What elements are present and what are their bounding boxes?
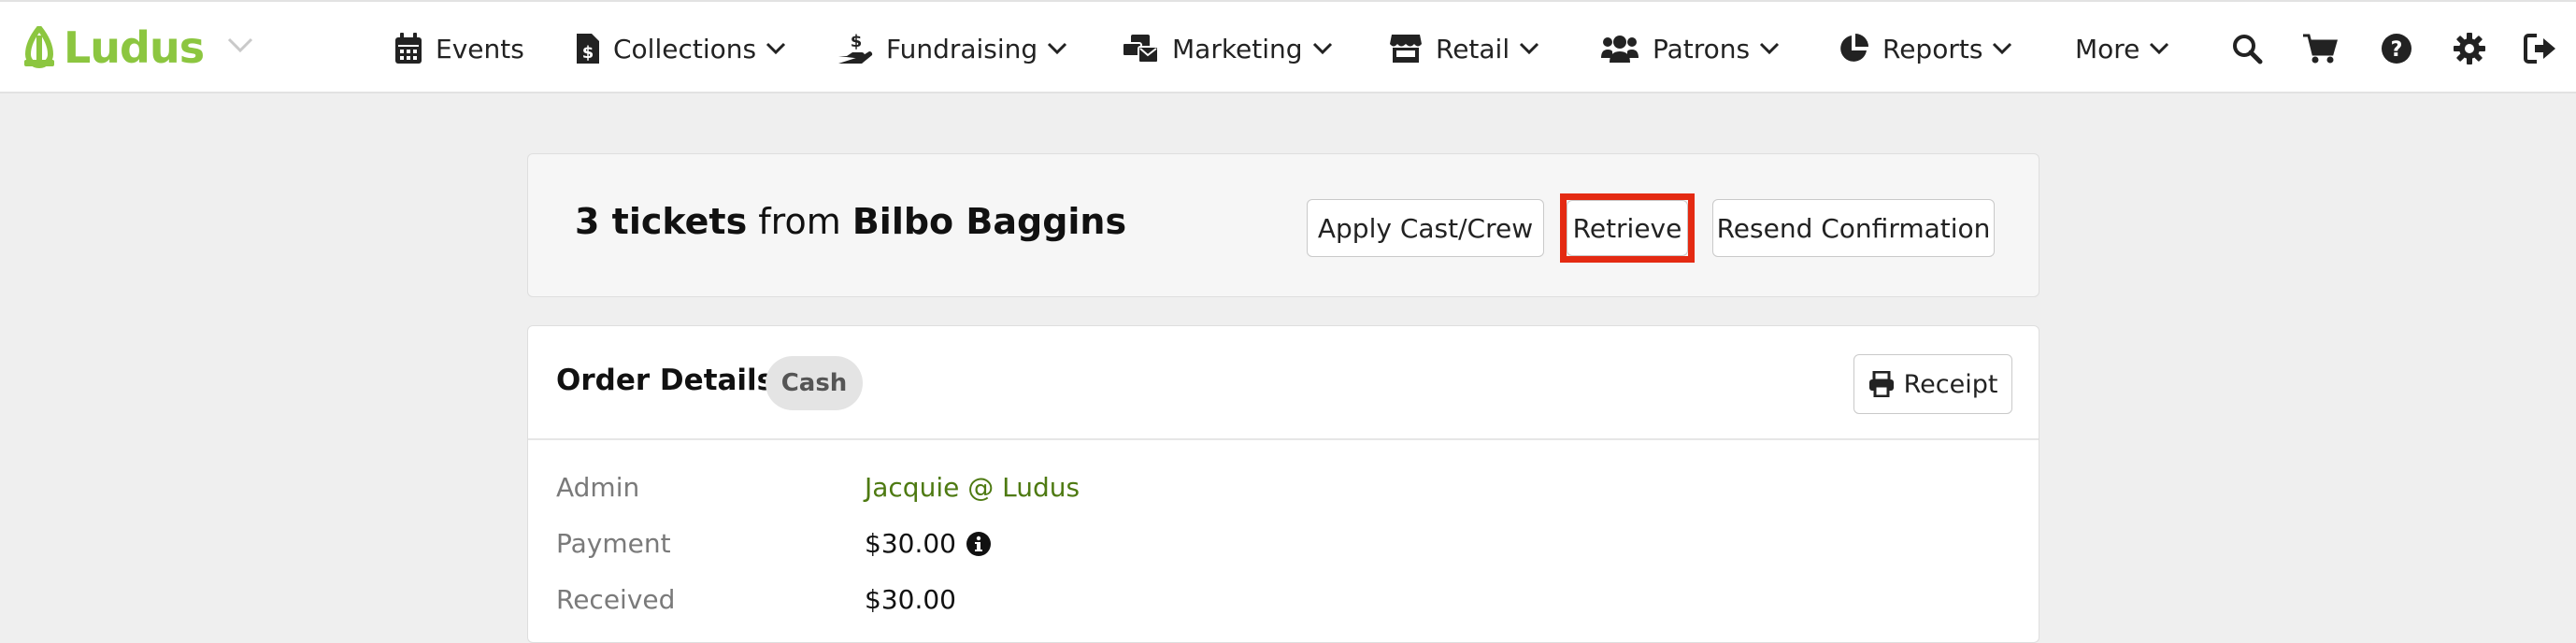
- order-header-card: 3 tickets from Bilbo Baggins Apply Cast/…: [527, 153, 2039, 297]
- payment-label: Payment: [556, 528, 671, 559]
- info-icon[interactable]: [966, 531, 992, 557]
- chevron-down-icon: [1312, 42, 1333, 55]
- printer-icon: [1868, 371, 1895, 397]
- sign-out-icon[interactable]: [2522, 28, 2559, 69]
- patron-name: Bilbo Baggins: [852, 201, 1127, 242]
- chevron-down-icon: [1047, 42, 1067, 55]
- pie-chart-icon: [1838, 33, 1869, 64]
- svg-text:$: $: [582, 43, 594, 63]
- mail-bulk-icon: [1122, 34, 1159, 64]
- gear-icon[interactable]: [2451, 28, 2488, 69]
- cart-icon[interactable]: [2301, 28, 2339, 69]
- nav-more-label: More: [2075, 33, 2140, 64]
- retrieve-button[interactable]: Retrieve: [1567, 200, 1688, 256]
- payment-value: $30.00: [865, 528, 992, 559]
- nav-retail-label: Retail: [1436, 33, 1510, 64]
- nav-events-label: Events: [436, 33, 524, 64]
- svg-text:?: ?: [2391, 38, 2403, 62]
- order-summary-title: 3 tickets from Bilbo Baggins: [575, 201, 1126, 242]
- nav-collections[interactable]: $ Collections: [576, 24, 786, 73]
- received-label: Received: [556, 584, 676, 615]
- top-navigation-bar: Ludus Events $ Collections $ Fundraising…: [0, 0, 2576, 93]
- search-icon[interactable]: [2228, 28, 2266, 69]
- admin-label: Admin: [556, 472, 640, 503]
- nav-events[interactable]: Events: [394, 24, 524, 73]
- resend-confirmation-button[interactable]: Resend Confirmation: [1712, 199, 1995, 257]
- received-value: $30.00: [865, 584, 956, 615]
- receipt-button[interactable]: Receipt: [1853, 354, 2012, 414]
- payment-amount: $30.00: [865, 528, 956, 559]
- nav-reports[interactable]: Reports: [1838, 24, 2012, 73]
- from-text: from: [758, 201, 841, 242]
- brand-name: Ludus: [64, 22, 205, 73]
- store-icon: [1389, 34, 1423, 64]
- ticket-count: 3 tickets: [575, 201, 748, 242]
- chevron-down-icon: [2149, 42, 2169, 55]
- users-icon: [1600, 34, 1639, 64]
- nav-retail[interactable]: Retail: [1389, 24, 1539, 73]
- order-details-title: Order Details: [556, 364, 775, 397]
- nav-marketing[interactable]: Marketing: [1122, 24, 1333, 73]
- document-dollar-icon: $: [576, 33, 600, 64]
- apply-cast-crew-label: Apply Cast/Crew: [1317, 212, 1534, 244]
- ludus-logo-icon: [24, 26, 54, 68]
- nav-fundraising-label: Fundraising: [886, 33, 1038, 64]
- order-details-header: Order Details Cash Receipt: [528, 326, 2039, 440]
- hand-dollar-icon: $: [837, 32, 873, 65]
- order-details-card: Order Details Cash Receipt Admin Jacquie…: [527, 325, 2039, 643]
- chevron-down-icon: [1759, 42, 1780, 55]
- retrieve-label: Retrieve: [1572, 212, 1682, 244]
- nav-reports-label: Reports: [1882, 33, 1983, 64]
- admin-value-link[interactable]: Jacquie @ Ludus: [865, 472, 1080, 503]
- calendar-icon: [394, 33, 422, 64]
- chevron-down-icon: [766, 42, 786, 55]
- nav-patrons-label: Patrons: [1653, 33, 1751, 64]
- nav-marketing-label: Marketing: [1172, 33, 1303, 64]
- brand-chevron-down-icon[interactable]: [226, 36, 254, 58]
- nav-more[interactable]: More: [2075, 24, 2169, 73]
- receipt-label: Receipt: [1903, 369, 1998, 399]
- nav-fundraising[interactable]: $ Fundraising: [837, 24, 1067, 73]
- help-icon[interactable]: ?: [2378, 28, 2415, 69]
- resend-confirmation-label: Resend Confirmation: [1716, 212, 1991, 244]
- nav-collections-label: Collections: [613, 33, 757, 64]
- apply-cast-crew-button[interactable]: Apply Cast/Crew: [1307, 199, 1544, 257]
- svg-text:$: $: [851, 32, 863, 51]
- payment-type-badge: Cash: [766, 356, 863, 410]
- nav-patrons[interactable]: Patrons: [1600, 24, 1780, 73]
- chevron-down-icon: [1519, 42, 1539, 55]
- ludus-logo[interactable]: Ludus: [21, 22, 205, 73]
- chevron-down-icon: [1992, 42, 2012, 55]
